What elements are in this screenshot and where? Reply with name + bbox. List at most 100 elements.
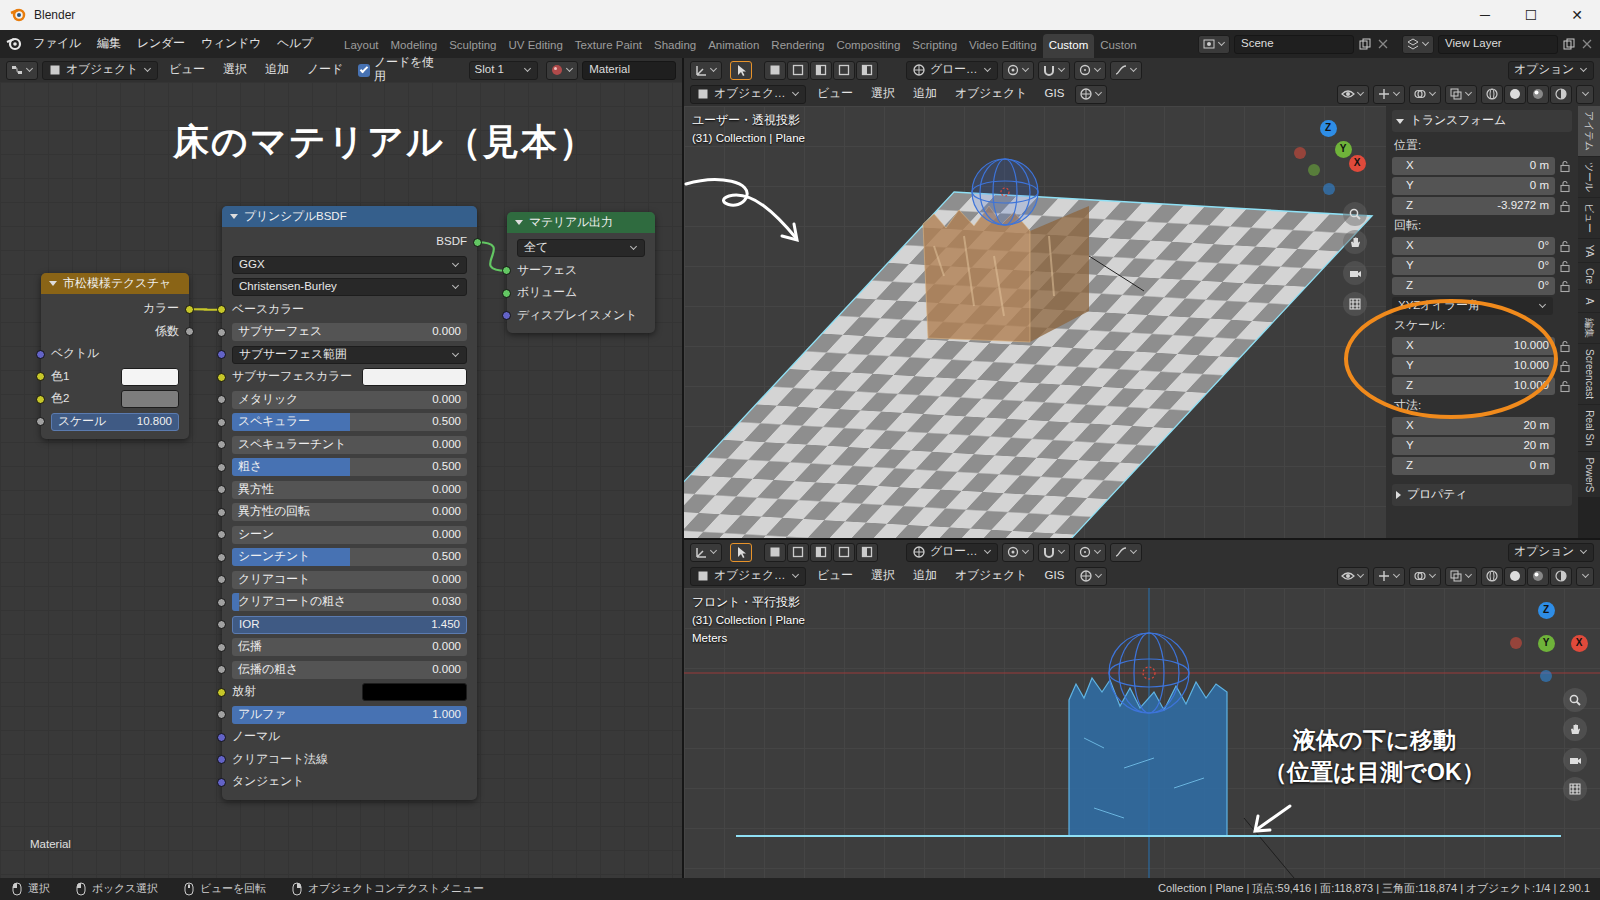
axis-gizmo[interactable]: Y — [1335, 141, 1352, 158]
value-slider[interactable]: クリアコートの粗さ0.030 — [232, 593, 467, 611]
number-field[interactable]: Y10.000 — [1392, 357, 1555, 375]
socket[interactable] — [217, 463, 226, 472]
value-slider[interactable]: シーンチント0.500 — [232, 548, 467, 566]
header-menu[interactable]: ビュー — [810, 566, 860, 586]
falloff-button[interactable] — [1110, 543, 1142, 562]
scene-browse[interactable] — [1198, 35, 1230, 54]
number-field[interactable]: X0 m — [1392, 157, 1555, 175]
workspace-tab[interactable]: Sculpting — [443, 34, 502, 58]
sidebar-tab[interactable]: アイテム — [1578, 106, 1600, 156]
target-dropdown[interactable]: 全て — [517, 239, 645, 257]
viewport-canvas[interactable]: フロント・平行投影(31) Collection | PlaneMeters液体… — [684, 588, 1600, 878]
header-menu[interactable]: ノード — [300, 60, 350, 80]
material-preview-button[interactable] — [1527, 567, 1549, 586]
socket[interactable] — [217, 305, 226, 314]
number-field[interactable]: Z10.000 — [1392, 377, 1555, 395]
lock-icon[interactable] — [1558, 199, 1572, 213]
socket[interactable] — [217, 328, 226, 337]
use-nodes-toggle[interactable]: ノードを使用 — [358, 56, 441, 84]
socket[interactable] — [502, 289, 511, 298]
material-output-node[interactable]: マテリアル出力全てサーフェスボリュームディスプレイスメント — [507, 212, 655, 333]
xray-button[interactable] — [1445, 85, 1477, 104]
axis-gizmo[interactable]: X — [1571, 635, 1588, 652]
socket[interactable] — [217, 643, 226, 652]
maximize-button[interactable]: ☐ — [1508, 0, 1554, 30]
copy-icon[interactable] — [1358, 37, 1372, 51]
distribution-dropdown[interactable]: Christensen-Burley — [232, 278, 467, 296]
menu-item[interactable]: レンダー — [130, 34, 192, 54]
node-canvas[interactable]: 床のマテリアル（見本）Material市松模様テクスチャカラー係数ベクトル色1色… — [0, 82, 682, 878]
solid-button[interactable] — [1504, 567, 1526, 586]
axis-negative-icon[interactable] — [1308, 164, 1320, 176]
properties-panel-header[interactable]: プロパティ — [1392, 484, 1572, 506]
socket[interactable] — [217, 485, 226, 494]
axis-gizmo[interactable]: X — [1349, 155, 1366, 172]
visibility-button[interactable] — [1337, 85, 1369, 104]
snap-button[interactable] — [1038, 543, 1070, 562]
minimize-button[interactable]: ─ — [1462, 0, 1508, 30]
editor-type-button[interactable] — [690, 61, 722, 80]
gizmo-button[interactable] — [1373, 85, 1405, 104]
header-menu[interactable]: GIS — [1038, 84, 1072, 104]
transform-panel-header[interactable]: トランスフォーム — [1392, 110, 1572, 132]
socket[interactable] — [473, 238, 482, 247]
select-mode-button[interactable] — [833, 543, 855, 562]
value-slider[interactable]: アルファ1.000 — [232, 706, 467, 724]
number-field[interactable]: Y20 m — [1392, 437, 1555, 455]
socket[interactable] — [217, 733, 226, 742]
number-field[interactable]: Z-3.9272 m — [1392, 197, 1555, 215]
menu-item[interactable]: 編集 — [90, 34, 128, 54]
value-slider[interactable]: 異方性の回転0.000 — [232, 503, 467, 521]
gizmo-button[interactable] — [1373, 567, 1405, 586]
select-mode-button[interactable] — [810, 61, 832, 80]
workspace-tab[interactable]: Shading — [648, 34, 702, 58]
editor-type-button[interactable] — [690, 543, 722, 562]
menu-item[interactable]: ウィンドウ — [194, 34, 268, 54]
lock-icon[interactable] — [1558, 159, 1572, 173]
camera-button[interactable] — [1343, 261, 1367, 285]
close-button[interactable]: ✕ — [1554, 0, 1600, 30]
node-header[interactable]: 市松模様テクスチャ — [41, 273, 189, 294]
menu-item[interactable]: ファイル — [26, 34, 88, 54]
lock-icon[interactable] — [1558, 179, 1572, 193]
gis-button[interactable] — [1075, 85, 1107, 104]
value-slider[interactable]: 異方性0.000 — [232, 481, 467, 499]
select-tool-button[interactable] — [730, 543, 752, 562]
lock-icon[interactable] — [1558, 259, 1572, 273]
header-menu[interactable]: オブジェクト — [948, 566, 1034, 586]
socket[interactable] — [36, 350, 45, 359]
socket[interactable] — [217, 530, 226, 539]
axis-negative-icon[interactable] — [1540, 670, 1552, 682]
number-field[interactable]: Z0 m — [1392, 457, 1555, 475]
viewport-canvas[interactable]: ユーザー・透視投影(31) Collection | PlaneZYX — [684, 106, 1386, 538]
checker-texture-node[interactable]: 市松模様テクスチャカラー係数ベクトル色1色2スケール10.800 — [41, 273, 189, 439]
select-mode-button[interactable] — [787, 61, 809, 80]
editor-type-button[interactable] — [6, 61, 38, 80]
value-slider[interactable]: スペキュラーチント0.000 — [232, 436, 467, 454]
select-mode-button[interactable] — [833, 61, 855, 80]
number-field[interactable]: X0° — [1392, 237, 1555, 255]
number-field[interactable]: スケール10.800 — [51, 413, 179, 431]
mode-dropdown[interactable]: オブジェク… — [690, 85, 806, 104]
header-menu[interactable]: 追加 — [258, 60, 296, 80]
value-slider[interactable]: スペキュラー0.500 — [232, 413, 467, 431]
collapse-icon[interactable] — [1396, 119, 1404, 124]
number-field[interactable]: Y0° — [1392, 257, 1555, 275]
workspace-tab[interactable]: Compositing — [830, 34, 906, 58]
shading-options[interactable] — [1576, 85, 1594, 104]
socket[interactable] — [217, 620, 226, 629]
select-mode-button[interactable] — [764, 543, 786, 562]
close-icon[interactable] — [1580, 37, 1594, 51]
axis-negative-icon[interactable] — [1294, 147, 1306, 159]
value-slider[interactable]: 粗さ0.500 — [232, 458, 467, 476]
lock-icon[interactable] — [1558, 379, 1572, 393]
socket[interactable] — [217, 395, 226, 404]
rotation-mode-dropdown[interactable]: XYZオイラー角 — [1392, 297, 1553, 315]
node-header[interactable]: マテリアル出力 — [507, 212, 655, 233]
socket[interactable] — [217, 440, 226, 449]
camera-button[interactable] — [1563, 748, 1587, 772]
number-field[interactable]: IOR1.450 — [232, 616, 467, 634]
use-nodes-checkbox[interactable] — [358, 64, 370, 77]
select-mode-button[interactable] — [810, 543, 832, 562]
material-browse[interactable] — [546, 61, 578, 80]
